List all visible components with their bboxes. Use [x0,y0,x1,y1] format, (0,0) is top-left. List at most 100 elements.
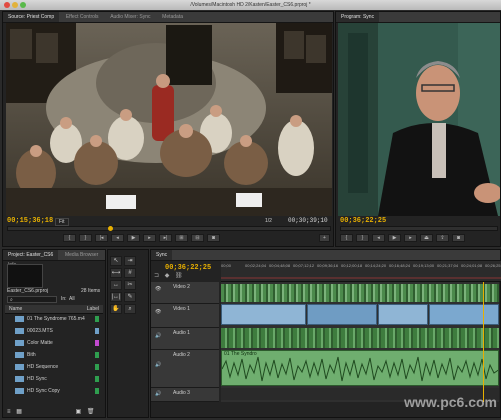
tab-effect-controls[interactable]: Effect Controls [61,12,104,22]
program-export-frame-button[interactable]: ◙ [452,234,465,242]
timeline-timecode[interactable]: 00;36;22;25 [165,264,211,272]
icon-view-icon[interactable]: ▦ [16,409,22,415]
ripple-edit-tool-icon[interactable]: ⟷ [110,268,122,278]
selection-tool-icon[interactable]: ↖ [110,256,122,266]
project-list-item[interactable]: Bith [5,350,101,360]
hand-tool-icon[interactable]: ✋ [110,304,122,314]
in-label: In: [61,296,67,302]
track-header-a3[interactable]: 🔊 Audio 3 [151,388,219,402]
insert-button[interactable]: ⊞ [175,234,188,242]
video-1-clip[interactable] [429,304,499,325]
source-zoom-select[interactable]: Fit [55,218,69,226]
step-forward-button[interactable]: ▸ [143,234,156,242]
play-button[interactable]: ▶ [127,234,140,242]
column-name[interactable]: Name [5,306,22,312]
go-to-out-button[interactable]: ▸| [159,234,172,242]
label-color-swatch[interactable] [95,376,99,382]
eye-icon[interactable]: 👁 [155,309,161,315]
project-list-item[interactable]: 01 The Syndrome 765.m4 [5,314,101,324]
timeline-ruler[interactable]: 00;00 00;02;24;04 00;04;48;08 00;07;12;12 00… [221,261,501,282]
project-list-item[interactable]: HD Sync Copy [5,386,101,396]
source-fraction-select[interactable]: 1/2 [265,218,272,224]
label-color-swatch[interactable] [95,388,99,394]
snap-icon[interactable]: ⊐ [154,273,159,279]
pen-tool-icon[interactable]: ✎ [124,292,136,302]
list-view-icon[interactable]: ≡ [7,409,11,415]
project-list-item[interactable]: 00023.MTS [5,326,101,336]
label-color-swatch[interactable] [95,316,99,322]
program-mark-in-button[interactable]: { [340,234,353,242]
track-header-a1[interactable]: 🔊 Audio 1 [151,328,219,350]
go-to-in-button[interactable]: |◂ [95,234,108,242]
program-timeline-bar[interactable] [340,226,498,231]
export-frame-button[interactable]: ◙ [207,234,220,242]
project-list-item[interactable]: HD Sequence [5,362,101,372]
source-video-frame[interactable] [6,23,332,216]
track-label-a1: Audio 1 [173,330,190,336]
audio-2-clip[interactable]: 01 The Syndro [221,350,499,386]
track-header-a2[interactable]: 🔊 Audio 2 [151,350,219,388]
project-search-input[interactable]: ⌕ [7,296,57,303]
extract-button[interactable]: ⇪ [436,234,449,242]
track-header-v1[interactable]: 👁 Video 1 [151,304,219,328]
source-playhead[interactable] [108,226,113,231]
mark-in-button[interactable]: { [63,234,76,242]
program-timecode[interactable]: 00;36;22;25 [340,217,386,225]
label-color-swatch[interactable] [95,364,99,370]
slip-tool-icon[interactable]: |↔| [110,292,122,302]
project-column-header: Name Label [5,305,103,314]
program-play-button[interactable]: ▶ [388,234,401,242]
track-header-v2[interactable]: 👁 Video 2 [151,282,219,304]
speaker-icon[interactable]: 🔊 [155,362,161,368]
link-icon[interactable]: ⛓ [175,273,183,279]
timeline-tracks-area[interactable]: 01 The Syndro [221,282,499,402]
ruler-tick-label: 00;21;37;04 [437,263,459,268]
add-button[interactable]: + [319,234,330,242]
overwrite-button[interactable]: ⊟ [191,234,204,242]
trash-icon[interactable]: 🗑 [87,409,95,415]
rate-stretch-tool-icon[interactable]: ↔ [110,280,122,290]
tab-program[interactable]: Program: Sync [336,12,380,22]
tab-project[interactable]: Project: Easter_CS6 [3,250,59,260]
video-2-clips[interactable] [221,284,499,302]
tab-media-browser[interactable]: Media Browser [60,250,103,260]
new-item-icon[interactable]: ▣ [76,409,82,415]
tab-sequence-sync[interactable]: Sync [151,250,173,260]
label-color-swatch[interactable] [95,340,99,346]
mark-out-button[interactable]: } [79,234,92,242]
tab-audio-mixer[interactable]: Audio Mixer: Sync [105,12,155,22]
lift-button[interactable]: ⏏ [420,234,433,242]
audio-1-clips[interactable] [221,328,499,348]
speaker-icon[interactable]: 🔊 [155,333,161,339]
track-select-tool-icon[interactable]: ⇥ [124,256,136,266]
program-video-frame[interactable] [338,23,500,216]
source-timeline-bar[interactable] [7,226,331,231]
label-color-swatch[interactable] [95,352,99,358]
in-select[interactable]: All [69,296,75,302]
program-step-forward-button[interactable]: ▸ [404,234,417,242]
video-1-clip[interactable] [221,304,306,325]
source-timecode-in[interactable]: 00;15;36;18 [7,217,53,225]
column-label[interactable]: Label [87,305,99,313]
video-1-clip[interactable] [307,304,377,325]
zoom-tool-icon[interactable]: ⌕ [124,304,136,314]
marker-icon[interactable]: ◆ [165,273,170,279]
speaker-icon[interactable]: 🔊 [155,391,161,397]
project-list-item[interactable]: Color Matte [5,338,101,348]
close-window-button[interactable] [4,2,10,8]
program-step-back-button[interactable]: ◂ [372,234,385,242]
project-list-item[interactable]: HD Sync [5,374,101,384]
eye-icon[interactable]: 👁 [155,286,161,292]
razor-tool-icon[interactable]: ✂ [124,280,136,290]
step-back-button[interactable]: ◂ [111,234,124,242]
video-1-clip[interactable] [378,304,428,325]
work-area-bar[interactable] [221,277,501,279]
zoom-window-button[interactable] [20,2,26,8]
label-color-swatch[interactable] [95,328,99,334]
rolling-edit-tool-icon[interactable]: # [124,268,136,278]
tab-source[interactable]: Source: Priest Comp [3,12,60,22]
tab-metadata[interactable]: Metadata [157,12,188,22]
timeline-playhead[interactable] [483,282,484,402]
minimize-window-button[interactable] [12,2,18,8]
program-mark-out-button[interactable]: } [356,234,369,242]
